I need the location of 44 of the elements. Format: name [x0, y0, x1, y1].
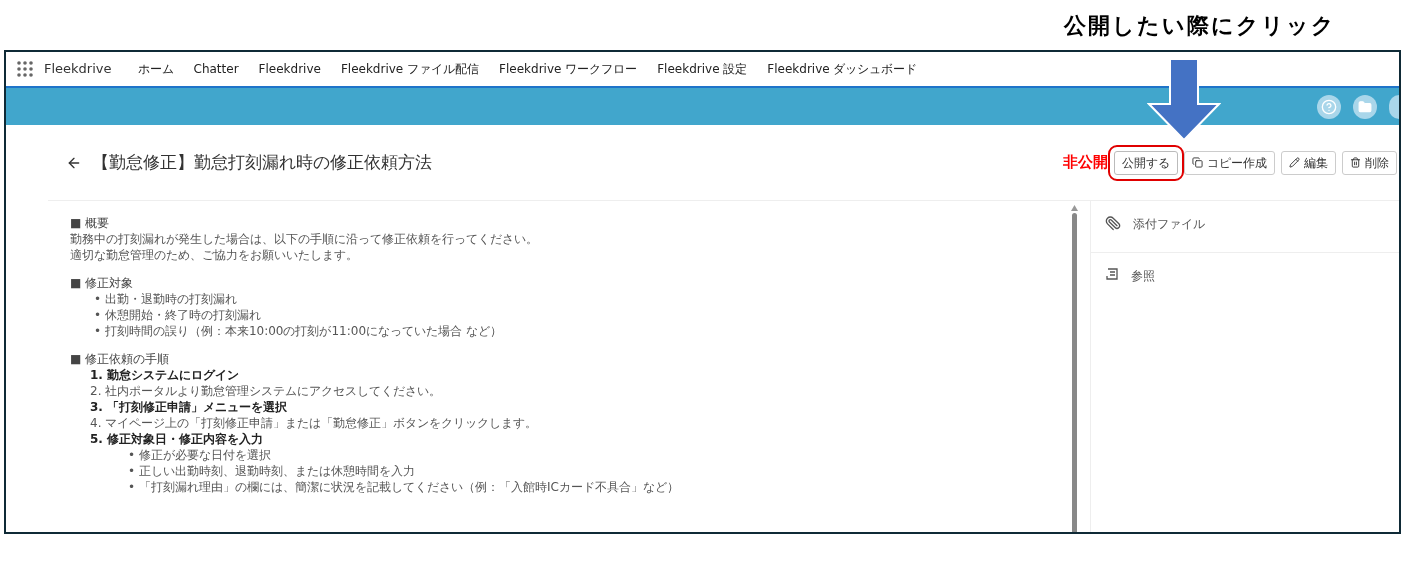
trash-icon [1350, 157, 1361, 168]
list-icon [1105, 267, 1119, 281]
help-icon [1321, 98, 1337, 115]
sidebar-section[interactable]: 参照 [1091, 253, 1399, 305]
nav-tab[interactable]: Fleekdrive [258, 60, 321, 78]
paperclip-icon [1105, 215, 1121, 231]
copy-button[interactable]: コピー作成 [1184, 150, 1275, 175]
bullet-item: • 休憩開始・終了時の打刻漏れ [93, 307, 262, 323]
step-item: 5. 修正対象日・修正内容を入力 [89, 431, 265, 447]
folder-button[interactable] [1353, 94, 1377, 119]
delete-button[interactable]: 削除 [1342, 150, 1397, 175]
section-heading: ■ 修正対象 [70, 275, 135, 291]
step-item: 2. 社内ポータルより勤怠管理システムにアクセスしてください。 [89, 383, 443, 399]
nav-tab[interactable]: Fleekdrive ワークフロー [499, 60, 638, 78]
app-name: Fleekdrive [44, 60, 112, 79]
menu-button[interactable] [1389, 94, 1399, 119]
status-label: 非公開 [1063, 152, 1108, 174]
help-button[interactable] [1317, 94, 1341, 119]
nav-tab[interactable]: Fleekdrive ダッシュボード [767, 60, 918, 78]
bullet-item: • 「打刻漏れ理由」の欄には、簡潔に状況を記載してください（例：「入館時ICカード不具合」など） [127, 479, 680, 495]
folder-icon [1358, 99, 1372, 114]
pencil-icon [1289, 157, 1300, 168]
step-item: 3. 「打刻修正申請」メニューを選択 [89, 399, 289, 415]
bullet-item: • 正しい出勤時刻、退勤時刻、または休憩時間を入力 [127, 463, 416, 479]
step-item: 4. マイページ上の「打刻修正申請」または「勤怠修正」ボタンをクリックします。 [89, 415, 539, 431]
nav-tab[interactable]: Fleekdrive ファイル配信 [340, 60, 480, 78]
paragraph-line: 適切な勤怠管理のため、ご協力をお願いいたします。 [70, 247, 359, 263]
section-heading: ■ 概要 [70, 215, 111, 231]
callout-text: 公開したい際にクリック [1064, 11, 1336, 40]
sidebar-section[interactable]: 添付ファイル [1091, 201, 1399, 253]
section-heading: ■ 修正依頼の手順 [70, 351, 171, 367]
bullet-item: • 打刻時間の誤り（例：本来10:00の打刻が11:00になっていた場合 など） [93, 323, 503, 339]
nav-tab[interactable]: ホーム [137, 60, 174, 78]
app-launcher-icon[interactable] [16, 60, 34, 78]
paragraph-line: 勤務中の打刻漏れが発生した場合は、以下の手順に沿って修正依頼を行ってください。 [70, 231, 539, 247]
nav-tab[interactable]: Fleekdrive 設定 [657, 60, 748, 78]
scroll-up-icon[interactable] [1070, 205, 1078, 211]
nav-tab[interactable]: Chatter [193, 60, 239, 78]
copy-icon [1192, 157, 1203, 168]
bullet-item: • 出勤・退勤時の打刻漏れ [93, 291, 238, 307]
edit-button[interactable]: 編集 [1281, 150, 1336, 175]
page-title: 【勤怠修正】勤怠打刻漏れ時の修正依頼方法 [92, 150, 432, 174]
bullet-item: • 修正が必要な日付を選択 [127, 447, 272, 463]
step-item: 1. 勤怠システムにログイン [89, 367, 241, 383]
